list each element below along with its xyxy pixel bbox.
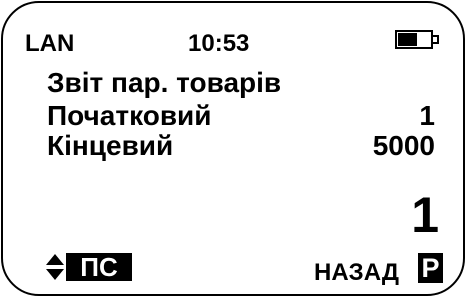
entry-value[interactable]: 1 [411, 187, 439, 243]
p-softkey-button[interactable]: Р [418, 253, 443, 283]
start-value[interactable]: 1 [419, 101, 435, 131]
clock: 10:53 [188, 30, 250, 57]
battery-level-fill [398, 33, 417, 46]
ps-softkey[interactable]: ПС [66, 253, 132, 281]
back-label: НАЗАД [314, 259, 400, 286]
end-value[interactable]: 5000 [373, 131, 435, 161]
end-label: Кінцевий [47, 130, 174, 161]
up-down-arrows-icon[interactable] [46, 254, 64, 280]
status-bar: LAN 10:53 [0, 0, 467, 60]
battery-tip [433, 35, 439, 44]
page-title: Звіт пар. товарів [47, 67, 282, 98]
network-label: LAN [25, 30, 75, 57]
battery-icon [395, 30, 433, 49]
start-label: Початковий [47, 100, 212, 131]
